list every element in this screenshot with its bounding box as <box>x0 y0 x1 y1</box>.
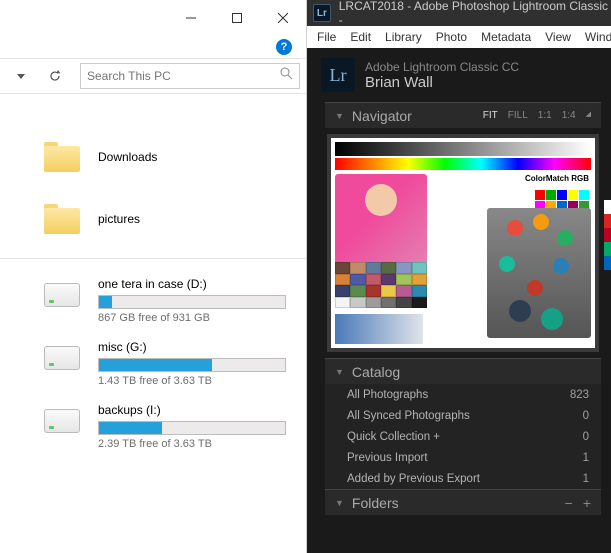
bottom-strip <box>335 314 423 344</box>
menu-item[interactable]: Edit <box>350 30 371 44</box>
color-swatch-grid <box>335 262 427 308</box>
drive-icon <box>44 346 80 370</box>
folder-name: Downloads <box>98 150 157 164</box>
zoom-controls: FIT FILL 1:1 1:4 ◢ <box>483 110 591 121</box>
zoom-option[interactable]: 1:1 <box>538 110 552 121</box>
refresh-button[interactable] <box>40 63 70 89</box>
drive-icon <box>44 409 80 433</box>
user-name: Brian Wall <box>365 74 519 91</box>
catalog-row-count: 823 <box>570 389 589 401</box>
catalog-list: All Photographs 823 All Synced Photograp… <box>325 384 601 489</box>
folder-icon <box>44 142 80 172</box>
explorer-content: Downloads pictures one tera in case (D:)… <box>0 94 306 553</box>
color-ramp <box>335 158 591 170</box>
product-name: Adobe Lightroom Classic CC <box>365 60 519 74</box>
catalog-row[interactable]: All Photographs 823 <box>325 384 601 405</box>
lightroom-biglogo-icon: Lr <box>321 58 355 92</box>
drive-usage-bar <box>98 295 286 309</box>
collapse-icon: ▼ <box>335 111 344 121</box>
lightroom-titlebar: Lr LRCAT2018 - Adobe Photoshop Lightroom… <box>307 0 611 26</box>
drive-usage-bar <box>98 421 286 435</box>
folder-item[interactable]: pictures <box>0 196 306 242</box>
catalog-row[interactable]: Quick Collection + 0 <box>325 426 601 447</box>
search-icon[interactable] <box>280 67 293 85</box>
zoom-option[interactable]: 1:4 <box>562 110 576 121</box>
lightroom-header: Lr Adobe Lightroom Classic CC Brian Wall <box>307 48 611 102</box>
help-row: ? <box>0 36 306 58</box>
catalog-row-label: Previous Import <box>347 452 428 464</box>
catalog-row-label: Added by Previous Export <box>347 473 480 485</box>
explorer-toolbar <box>0 58 306 94</box>
drive-name: backups (I:) <box>98 403 286 417</box>
menu-item[interactable]: View <box>545 30 571 44</box>
maximize-button[interactable] <box>214 3 260 33</box>
folders-panel-header[interactable]: ▼ Folders − + <box>325 489 601 515</box>
navigator-title: Navigator <box>352 108 483 124</box>
lightroom-title-text: LRCAT2018 - Adobe Photoshop Lightroom Cl… <box>339 0 611 27</box>
window-titlebar <box>0 0 306 36</box>
grayscale-ramp <box>335 142 591 156</box>
catalog-row-label: All Photographs <box>347 389 428 401</box>
menu-item[interactable]: Library <box>385 30 422 44</box>
lightroom-logo-icon: Lr <box>313 4 331 22</box>
catalog-row-label: All Synced Photographs <box>347 410 470 422</box>
folders-list: Downloads pictures <box>0 134 306 242</box>
minimize-button[interactable] <box>168 3 214 33</box>
search-box[interactable] <box>80 63 300 89</box>
color-strip-edge <box>604 200 611 270</box>
left-panels: ▼ Navigator FIT FILL 1:1 1:4 ◢ ColorMatch RG… <box>307 102 611 553</box>
catalog-row-count: 1 <box>583 452 589 464</box>
drive-free-text: 2.39 TB free of 3.63 TB <box>98 438 286 450</box>
drive-free-text: 867 GB free of 931 GB <box>98 312 286 324</box>
drive-name: one tera in case (D:) <box>98 277 286 291</box>
drives-section: one tera in case (D:) 867 GB free of 931… <box>0 258 306 450</box>
menu-item[interactable]: Windo <box>585 30 611 44</box>
catalog-row[interactable]: All Synced Photographs 0 <box>325 405 601 426</box>
drive-usage-bar <box>98 358 286 372</box>
catalog-row[interactable]: Added by Previous Export 1 <box>325 468 601 489</box>
menu-item[interactable]: Photo <box>436 30 467 44</box>
lightroom-menubar: File Edit Library Photo Metadata View Windo <box>307 26 611 48</box>
menu-item[interactable]: Metadata <box>481 30 531 44</box>
zoom-option[interactable]: FIT <box>483 110 498 121</box>
collapse-icon: ▼ <box>335 367 344 377</box>
close-button[interactable] <box>260 3 306 33</box>
catalog-panel-header[interactable]: ▼ Catalog <box>325 358 601 384</box>
collapse-icon: ▼ <box>335 498 344 508</box>
hand-balls-photo <box>487 208 591 338</box>
drive-item[interactable]: one tera in case (D:) 867 GB free of 931… <box>0 277 306 324</box>
drive-free-text: 1.43 TB free of 3.63 TB <box>98 375 286 387</box>
remove-folder-button[interactable]: − <box>565 495 573 511</box>
catalog-row[interactable]: Previous Import 1 <box>325 447 601 468</box>
zoom-dropdown-icon[interactable]: ◢ <box>586 110 591 121</box>
folder-name: pictures <box>98 212 140 226</box>
folders-title: Folders <box>352 495 565 511</box>
zoom-option[interactable]: FILL <box>508 110 528 121</box>
folder-icon <box>44 204 80 234</box>
drive-item[interactable]: backups (I:) 2.39 TB free of 3.63 TB <box>0 403 306 450</box>
search-input[interactable] <box>87 69 280 83</box>
navigator-panel-header[interactable]: ▼ Navigator FIT FILL 1:1 1:4 ◢ <box>325 102 601 128</box>
drive-icon <box>44 283 80 307</box>
catalog-row-count: 1 <box>583 473 589 485</box>
dropdown-button[interactable] <box>6 63 36 89</box>
navigator-thumbnail[interactable]: ColorMatch RGB <box>327 134 599 352</box>
add-folder-button[interactable]: + <box>583 495 591 511</box>
catalog-title: Catalog <box>352 364 591 380</box>
drive-name: misc (G:) <box>98 340 286 354</box>
catalog-row-label: Quick Collection + <box>347 431 440 443</box>
lightroom-window: Lr LRCAT2018 - Adobe Photoshop Lightroom… <box>307 0 611 553</box>
drive-item[interactable]: misc (G:) 1.43 TB free of 3.63 TB <box>0 340 306 387</box>
catalog-row-count: 0 <box>583 431 589 443</box>
menu-item[interactable]: File <box>317 30 336 44</box>
help-icon[interactable]: ? <box>276 39 292 55</box>
folder-item[interactable]: Downloads <box>0 134 306 180</box>
colormatch-label: ColorMatch RGB <box>525 174 589 183</box>
catalog-row-count: 0 <box>583 410 589 422</box>
file-explorer-window: ? Downloads pictures one tera in case (D… <box>0 0 307 553</box>
